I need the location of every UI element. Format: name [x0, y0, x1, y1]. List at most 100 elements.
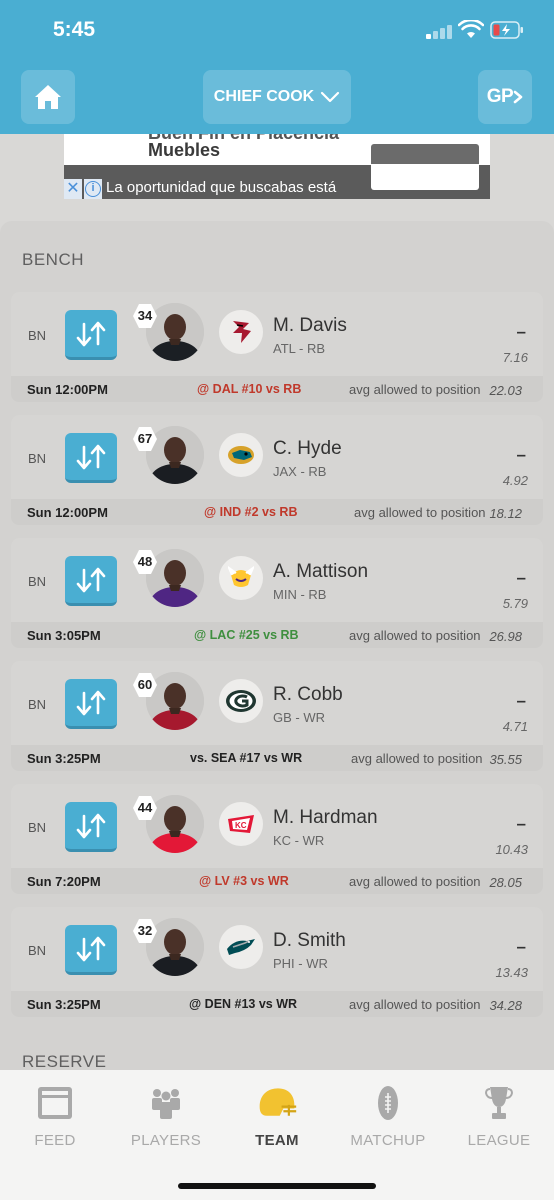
player-projection: 4.92 — [502, 473, 528, 488]
player-points: – — [516, 691, 526, 710]
player-points: – — [516, 568, 526, 587]
matchup-info: @ LAC #25 vs RB — [194, 628, 299, 642]
game-time: Sun 3:25PM — [27, 751, 101, 766]
gp-label: GP — [486, 86, 514, 107]
ad-cta-button[interactable] — [371, 144, 479, 190]
tab-team[interactable]: TEAM — [222, 1070, 332, 1170]
player-points: – — [516, 937, 526, 956]
team-logo-icon — [219, 556, 263, 600]
swap-arrows-icon — [76, 813, 106, 838]
team-logo-icon — [219, 679, 263, 723]
game-time: Sun 7:20PM — [27, 874, 101, 889]
matchup-info: @ IND #2 vs RB — [204, 505, 298, 519]
tab-players[interactable]: PLAYERS — [111, 1070, 221, 1170]
player-projection: 10.43 — [495, 842, 528, 857]
player-card[interactable]: BN 67 C. Hyde JAX - RB –4.92 Sun 12:00PM @ IND… — [11, 415, 543, 525]
status-bar: 5:45 — [0, 0, 554, 58]
battery-icon — [490, 21, 523, 39]
avg-allowed-value: 22.03 — [489, 383, 522, 398]
swap-arrows-icon — [76, 444, 106, 469]
game-time: Sun 3:25PM — [27, 997, 101, 1012]
swap-player-button[interactable] — [65, 433, 117, 483]
team-logo-icon — [219, 433, 263, 477]
player-projection: 7.16 — [502, 350, 528, 365]
swap-player-button[interactable] — [65, 679, 117, 729]
player-name[interactable]: M. Hardman — [273, 807, 378, 829]
player-card[interactable]: BN 32 D. Smith PHI - WR –13.43 Sun 3:25PM @ DE… — [11, 907, 543, 1017]
reserve-section-title: RESERVE — [22, 1052, 107, 1071]
trophy-icon — [478, 1082, 520, 1124]
swap-arrows-icon — [76, 690, 106, 715]
roster-slot: BN — [28, 328, 47, 343]
swap-arrows-icon — [76, 567, 106, 592]
player-projection: 5.79 — [502, 596, 528, 611]
gp-button[interactable]: GP — [478, 70, 532, 124]
swap-player-button[interactable] — [65, 310, 117, 360]
tab-league-label: LEAGUE — [467, 1132, 531, 1149]
tab-players-label: PLAYERS — [130, 1132, 202, 1149]
avg-allowed-label: avg allowed to position — [349, 874, 481, 889]
tab-league[interactable]: LEAGUE — [444, 1070, 554, 1170]
tab-feed-label: FEED — [34, 1132, 76, 1149]
player-name[interactable]: A. Mattison — [273, 561, 368, 583]
team-logo-icon: KC — [219, 802, 263, 846]
player-name[interactable]: C. Hyde — [273, 438, 342, 460]
ad-body-text: La oportunidad que buscabas está — [106, 179, 337, 196]
roster-slot: BN — [28, 820, 47, 835]
roster-slot: BN — [28, 451, 47, 466]
bench-section-title: BENCH — [22, 250, 85, 269]
home-icon — [35, 85, 61, 109]
players-icon — [145, 1082, 187, 1124]
player-team-position: MIN - RB — [273, 587, 327, 602]
home-indicator — [178, 1183, 376, 1189]
avg-allowed-label: avg allowed to position — [354, 505, 486, 520]
team-logo-icon — [219, 925, 263, 969]
cellular-signal-icon — [426, 25, 452, 39]
player-name[interactable]: M. Davis — [273, 315, 347, 337]
wifi-icon — [458, 20, 484, 38]
feed-icon — [34, 1082, 76, 1124]
matchup-info: @ LV #3 vs WR — [199, 874, 289, 888]
player-points: – — [516, 814, 526, 833]
matchup-info: @ DEN #13 vs WR — [189, 997, 298, 1011]
status-time: 5:45 — [53, 18, 96, 41]
player-team-position: KC - WR — [273, 833, 325, 848]
tab-matchup[interactable]: MATCHUP — [333, 1070, 443, 1170]
swap-player-button[interactable] — [65, 802, 117, 852]
ad-close-icon[interactable]: ✕ — [64, 179, 82, 199]
chevron-down-icon — [321, 91, 340, 103]
player-card[interactable]: BN 60 R. Cobb GB - WR –4.71 Sun 3:25PM vs. SEA… — [11, 661, 543, 771]
swap-player-button[interactable] — [65, 925, 117, 975]
avg-allowed-label: avg allowed to position — [351, 751, 483, 766]
player-card[interactable]: BN 34 M. Davis ATL - RB –7.16 Sun 12:00PM @ DA… — [11, 292, 543, 402]
tab-matchup-label: MATCHUP — [350, 1132, 426, 1149]
swap-player-button[interactable] — [65, 556, 117, 606]
game-time: Sun 3:05PM — [27, 628, 101, 643]
ad-headline: Muebles — [148, 140, 221, 160]
matchup-info: @ DAL #10 vs RB — [197, 382, 302, 396]
player-name[interactable]: D. Smith — [273, 930, 346, 952]
home-button[interactable] — [21, 70, 75, 124]
tab-feed[interactable]: FEED — [0, 1070, 110, 1170]
helmet-icon — [256, 1082, 298, 1124]
team-name: CHIEF COOK — [213, 88, 315, 105]
player-card[interactable]: BN 44 KC M. Hardman KC - WR –10.43 Sun 7:20PM @… — [11, 784, 543, 894]
player-name[interactable]: R. Cobb — [273, 684, 343, 706]
tab-team-label: TEAM — [255, 1132, 299, 1149]
app-header: 5:45 CHIEF COOK GP — [0, 0, 554, 134]
ad-banner[interactable]: Buen Fin en Placencia Muebles ✕ i La opo… — [64, 134, 490, 199]
chevron-right-icon — [513, 90, 523, 104]
swap-arrows-icon — [76, 936, 106, 961]
svg-text:KC: KC — [235, 821, 247, 830]
roster-slot: BN — [28, 697, 47, 712]
team-selector-dropdown[interactable]: CHIEF COOK — [203, 70, 351, 124]
game-time: Sun 12:00PM — [27, 382, 108, 397]
player-projection: 13.43 — [495, 965, 528, 980]
ad-info-icon[interactable]: i — [84, 179, 102, 199]
player-card[interactable]: BN 48 A. Mattison MIN - RB –5.79 Sun 3:05PM @ … — [11, 538, 543, 648]
bottom-tab-bar: FEED PLAYERS TEAM MATCHUP LEAGUE — [0, 1070, 554, 1200]
player-team-position: PHI - WR — [273, 956, 328, 971]
player-team-position: GB - WR — [273, 710, 325, 725]
roster-slot: BN — [28, 943, 47, 958]
avg-allowed-value: 18.12 — [489, 506, 522, 521]
